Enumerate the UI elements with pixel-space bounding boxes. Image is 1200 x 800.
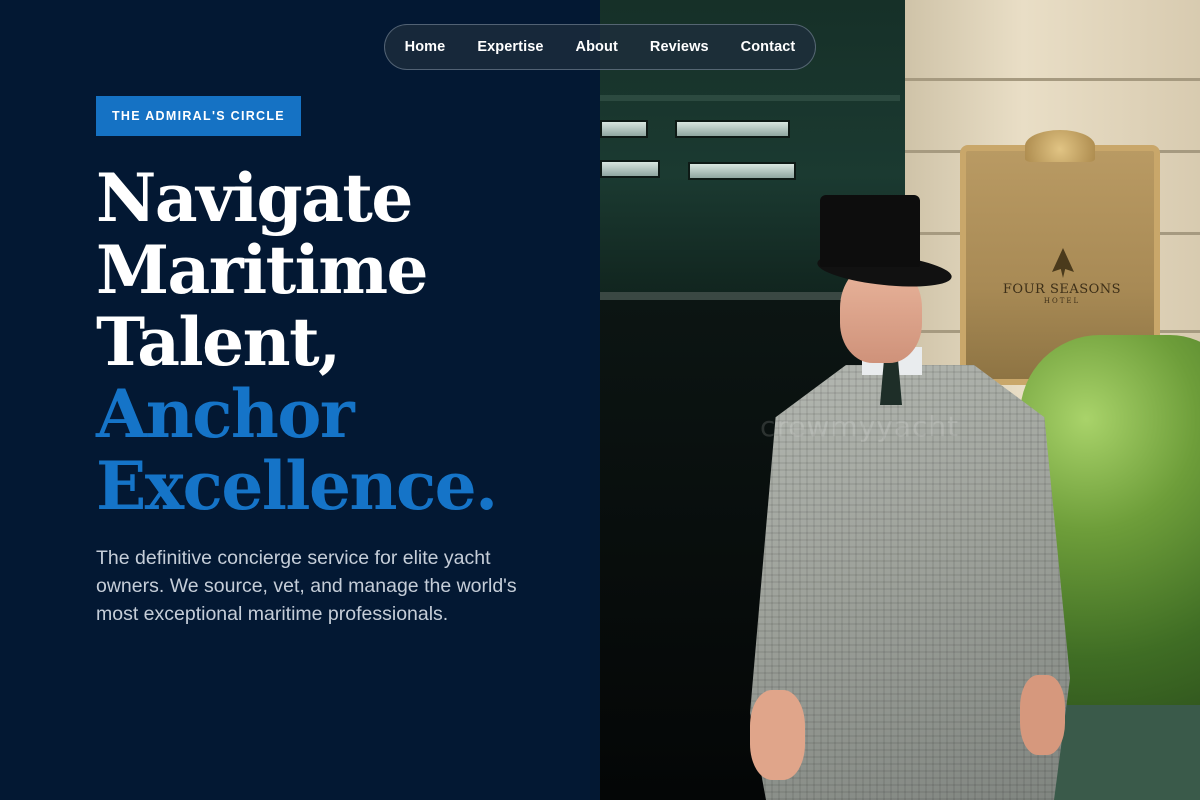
hero-photo: FOUR SEASONS HOTEL crewmyyacht [600,0,1200,800]
photo-watermark: crewmyyacht [760,410,960,443]
headline-line: Navigate [96,159,413,237]
photo-doorman-hand [750,690,805,780]
headline-line: Talent, [96,303,341,381]
headline-accent-line: Excellence. [96,447,498,525]
nav-reviews-link[interactable]: Reviews [634,39,725,55]
nav-home-link[interactable]: Home [389,39,462,55]
hero-headline: Navigate Maritime Talent, Anchor Excelle… [96,162,576,522]
headline-accent-line: Anchor [96,375,355,453]
photo-ceiling-light [688,162,796,180]
nav-expertise-link[interactable]: Expertise [461,39,559,55]
hero-description: The definitive concierge service for eli… [96,547,517,625]
photo-ceiling-light [600,120,648,138]
photo-doorman [740,195,1070,800]
hero-badge: THE ADMIRAL'S CIRCLE [96,96,301,136]
hero-left-panel: THE ADMIRAL'S CIRCLE Navigate Maritime T… [0,0,600,800]
photo-stone-joint [905,78,1200,81]
main-nav: Home Expertise About Reviews Contact [384,24,816,70]
nav-about-link[interactable]: About [560,39,634,55]
photo-ceiling-light [675,120,790,138]
photo-doorman-hand [1020,675,1065,755]
photo-ceiling-beam [600,95,900,101]
nav-contact-link[interactable]: Contact [725,39,812,55]
photo-ceiling-light [600,160,660,178]
photo-top-hat [820,195,920,267]
photo-plaque-crest [1025,130,1095,162]
headline-line: Maritime [96,231,429,309]
